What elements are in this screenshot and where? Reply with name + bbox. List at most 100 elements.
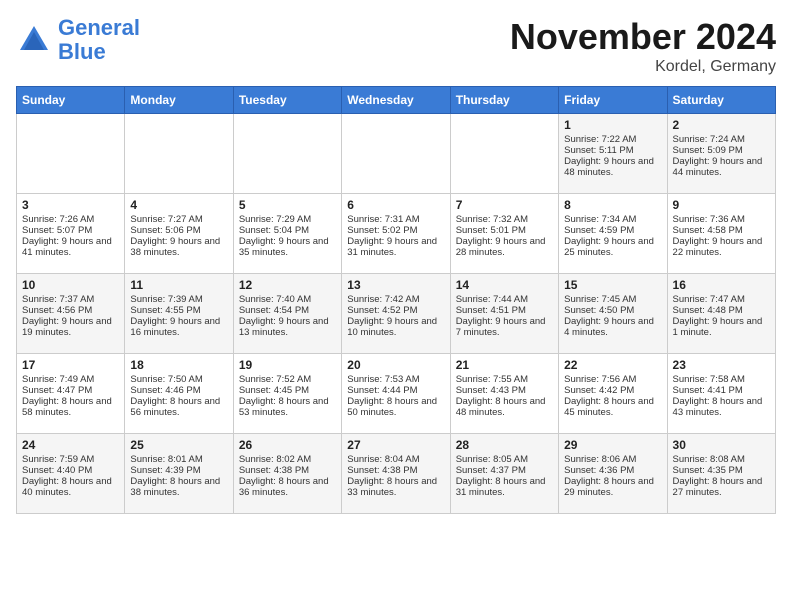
cell-text: Sunrise: 7:58 AM — [673, 374, 770, 385]
cell-text: Daylight: 8 hours and 27 minutes. — [673, 476, 770, 498]
cell-text: Sunrise: 8:01 AM — [130, 454, 227, 465]
cell-text: Daylight: 8 hours and 58 minutes. — [22, 396, 119, 418]
calendar-cell: 7Sunrise: 7:32 AMSunset: 5:01 PMDaylight… — [450, 194, 558, 274]
day-number: 23 — [673, 358, 770, 372]
day-number: 19 — [239, 358, 336, 372]
cell-text: Sunrise: 7:24 AM — [673, 134, 770, 145]
calendar-cell — [342, 114, 450, 194]
day-number: 15 — [564, 278, 661, 292]
cell-text: Sunrise: 7:27 AM — [130, 214, 227, 225]
cell-text: Sunrise: 7:56 AM — [564, 374, 661, 385]
day-header-thursday: Thursday — [450, 87, 558, 114]
calendar-week-4: 17Sunrise: 7:49 AMSunset: 4:47 PMDayligh… — [17, 354, 776, 434]
day-number: 29 — [564, 438, 661, 452]
location: Kordel, Germany — [510, 58, 776, 76]
calendar-cell: 14Sunrise: 7:44 AMSunset: 4:51 PMDayligh… — [450, 274, 558, 354]
day-number: 9 — [673, 198, 770, 212]
cell-text: Sunset: 4:35 PM — [673, 465, 770, 476]
calendar-cell: 20Sunrise: 7:53 AMSunset: 4:44 PMDayligh… — [342, 354, 450, 434]
calendar-cell: 2 Sunrise: 7:24 AMSunset: 5:09 PMDaylight… — [667, 114, 775, 194]
cell-text: Daylight: 8 hours and 56 minutes. — [130, 396, 227, 418]
cell-text: Sunrise: 7:34 AM — [564, 214, 661, 225]
cell-text: Daylight: 9 hours and 7 minutes. — [456, 316, 553, 338]
day-number: 2 — [673, 118, 770, 132]
day-header-sunday: Sunday — [17, 87, 125, 114]
cell-text: Daylight: 9 hours and 44 minutes. — [673, 156, 770, 178]
cell-text: Daylight: 9 hours and 31 minutes. — [347, 236, 444, 258]
calendar-cell — [17, 114, 125, 194]
day-number: 11 — [130, 278, 227, 292]
day-number: 10 — [22, 278, 119, 292]
calendar-cell: 9Sunrise: 7:36 AMSunset: 4:58 PMDaylight… — [667, 194, 775, 274]
calendar-cell: 15Sunrise: 7:45 AMSunset: 4:50 PMDayligh… — [559, 274, 667, 354]
cell-text: Daylight: 8 hours and 50 minutes. — [347, 396, 444, 418]
calendar-cell: 17Sunrise: 7:49 AMSunset: 4:47 PMDayligh… — [17, 354, 125, 434]
calendar-cell: 24Sunrise: 7:59 AMSunset: 4:40 PMDayligh… — [17, 434, 125, 514]
cell-text: Sunset: 4:40 PM — [22, 465, 119, 476]
cell-text: Daylight: 9 hours and 22 minutes. — [673, 236, 770, 258]
calendar-cell: 22Sunrise: 7:56 AMSunset: 4:42 PMDayligh… — [559, 354, 667, 434]
cell-text: Sunset: 4:58 PM — [673, 225, 770, 236]
calendar-cell: 16Sunrise: 7:47 AMSunset: 4:48 PMDayligh… — [667, 274, 775, 354]
cell-text: Sunset: 4:56 PM — [22, 305, 119, 316]
cell-text: Daylight: 9 hours and 4 minutes. — [564, 316, 661, 338]
cell-text: Sunrise: 7:55 AM — [456, 374, 553, 385]
day-header-wednesday: Wednesday — [342, 87, 450, 114]
day-header-tuesday: Tuesday — [233, 87, 341, 114]
calendar-cell — [125, 114, 233, 194]
logo: General Blue — [16, 16, 140, 64]
cell-text: Sunset: 4:36 PM — [564, 465, 661, 476]
calendar-cell: 18Sunrise: 7:50 AMSunset: 4:46 PMDayligh… — [125, 354, 233, 434]
calendar-cell: 30Sunrise: 8:08 AMSunset: 4:35 PMDayligh… — [667, 434, 775, 514]
cell-text: Sunset: 5:01 PM — [456, 225, 553, 236]
cell-text: Sunset: 4:46 PM — [130, 385, 227, 396]
cell-text: Sunset: 4:44 PM — [347, 385, 444, 396]
cell-text: Sunrise: 8:08 AM — [673, 454, 770, 465]
cell-text: Sunrise: 7:45 AM — [564, 294, 661, 305]
cell-text: Sunset: 4:38 PM — [239, 465, 336, 476]
cell-text: Sunrise: 7:26 AM — [22, 214, 119, 225]
calendar-cell: 5Sunrise: 7:29 AMSunset: 5:04 PMDaylight… — [233, 194, 341, 274]
month-title: November 2024 — [510, 16, 776, 58]
day-number: 13 — [347, 278, 444, 292]
cell-text: Sunset: 4:43 PM — [456, 385, 553, 396]
cell-text: Sunset: 5:09 PM — [673, 145, 770, 156]
calendar-cell: 26Sunrise: 8:02 AMSunset: 4:38 PMDayligh… — [233, 434, 341, 514]
cell-text: Sunset: 4:48 PM — [673, 305, 770, 316]
day-number: 17 — [22, 358, 119, 372]
cell-text: Daylight: 8 hours and 43 minutes. — [673, 396, 770, 418]
cell-text: Sunset: 5:02 PM — [347, 225, 444, 236]
day-number: 5 — [239, 198, 336, 212]
cell-text: Sunrise: 7:44 AM — [456, 294, 553, 305]
calendar-header: SundayMondayTuesdayWednesdayThursdayFrid… — [17, 87, 776, 114]
day-number: 3 — [22, 198, 119, 212]
cell-text: Sunrise: 8:06 AM — [564, 454, 661, 465]
day-number: 27 — [347, 438, 444, 452]
cell-text: Sunrise: 7:22 AM — [564, 134, 661, 145]
calendar-week-2: 3Sunrise: 7:26 AMSunset: 5:07 PMDaylight… — [17, 194, 776, 274]
calendar-cell: 19Sunrise: 7:52 AMSunset: 4:45 PMDayligh… — [233, 354, 341, 434]
cell-text: Sunset: 5:04 PM — [239, 225, 336, 236]
calendar-cell: 29Sunrise: 8:06 AMSunset: 4:36 PMDayligh… — [559, 434, 667, 514]
cell-text: Sunrise: 7:49 AM — [22, 374, 119, 385]
cell-text: Daylight: 9 hours and 1 minute. — [673, 316, 770, 338]
cell-text: Sunset: 5:06 PM — [130, 225, 227, 236]
cell-text: Sunset: 4:59 PM — [564, 225, 661, 236]
cell-text: Daylight: 8 hours and 31 minutes. — [456, 476, 553, 498]
cell-text: Daylight: 9 hours and 10 minutes. — [347, 316, 444, 338]
cell-text: Sunset: 4:38 PM — [347, 465, 444, 476]
calendar-week-3: 10Sunrise: 7:37 AMSunset: 4:56 PMDayligh… — [17, 274, 776, 354]
cell-text: Daylight: 8 hours and 48 minutes. — [456, 396, 553, 418]
title-area: November 2024 Kordel, Germany — [510, 16, 776, 76]
day-header-monday: Monday — [125, 87, 233, 114]
cell-text: Sunset: 4:51 PM — [456, 305, 553, 316]
cell-text: Sunrise: 7:32 AM — [456, 214, 553, 225]
calendar-cell: 28Sunrise: 8:05 AMSunset: 4:37 PMDayligh… — [450, 434, 558, 514]
cell-text: Daylight: 8 hours and 38 minutes. — [130, 476, 227, 498]
day-number: 20 — [347, 358, 444, 372]
calendar-cell: 6Sunrise: 7:31 AMSunset: 5:02 PMDaylight… — [342, 194, 450, 274]
calendar-cell — [450, 114, 558, 194]
cell-text: Sunset: 4:42 PM — [564, 385, 661, 396]
calendar-week-5: 24Sunrise: 7:59 AMSunset: 4:40 PMDayligh… — [17, 434, 776, 514]
calendar-cell: 27Sunrise: 8:04 AMSunset: 4:38 PMDayligh… — [342, 434, 450, 514]
